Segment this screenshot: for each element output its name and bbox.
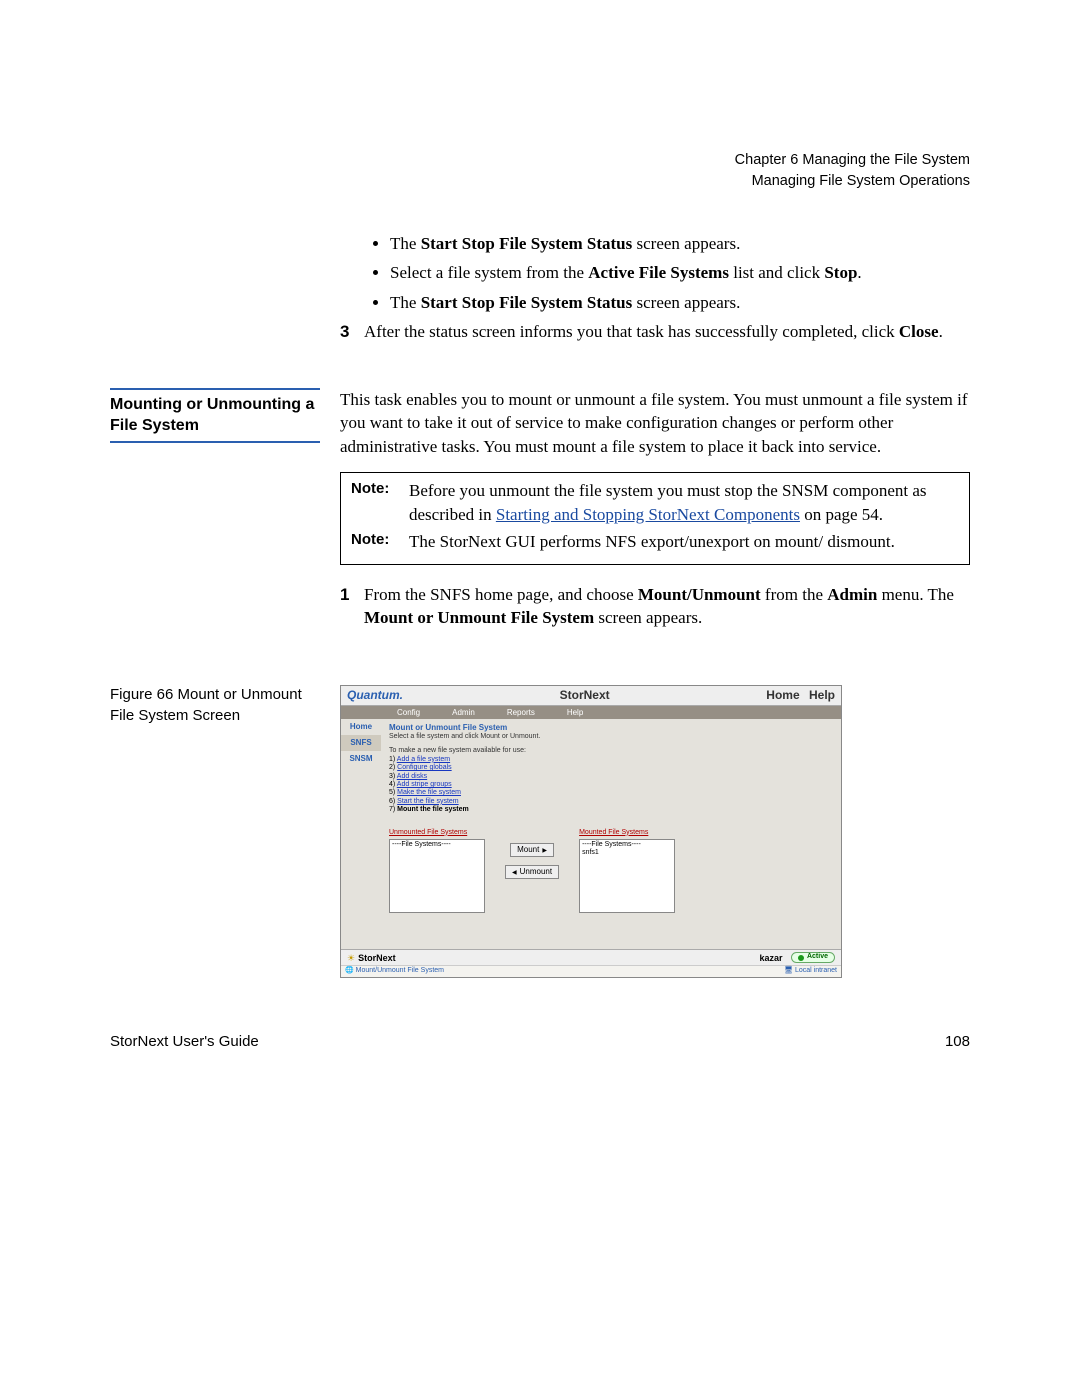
- mounted-list[interactable]: ----File Systems---- snfs1: [579, 839, 675, 913]
- home-link[interactable]: Home: [766, 688, 799, 702]
- bullet: The Start Stop File System Status screen…: [390, 291, 970, 314]
- menu-bar: Config Admin Reports Help: [341, 706, 841, 720]
- step-plain: Mount the file system: [397, 806, 469, 813]
- help-step: 4) Add stripe groups: [389, 781, 833, 789]
- avail-intro: To make a new file system available for …: [389, 747, 833, 755]
- note-label: Note:: [351, 479, 409, 526]
- menu-reports[interactable]: Reports: [491, 706, 551, 720]
- left-nav: Home SNFS SNSM: [341, 719, 381, 949]
- note-label: Note:: [351, 530, 409, 553]
- step-link[interactable]: Start the file system: [397, 798, 458, 805]
- globe-icon: 🌐: [345, 967, 356, 974]
- unmount-button[interactable]: Unmount: [505, 865, 559, 879]
- app-title: StorNext: [560, 688, 610, 702]
- intro-paragraph: This task enables you to mount or unmoun…: [340, 388, 970, 458]
- running-header: Chapter 6 Managing the File System Manag…: [110, 150, 970, 192]
- host-name: kazar: [759, 953, 782, 963]
- step-link[interactable]: Add stripe groups: [397, 781, 452, 788]
- step-1: 1 From the SNFS home page, and choose Mo…: [340, 583, 970, 630]
- zone-text: Local intranet: [795, 967, 837, 974]
- section-line: Managing File System Operations: [110, 171, 970, 192]
- list-placeholder: ----File Systems----: [582, 841, 672, 849]
- mounted-caption: Mounted File Systems: [579, 829, 675, 837]
- brand-logo: Quantum.: [347, 688, 403, 702]
- step-link[interactable]: Make the file system: [397, 789, 461, 796]
- step-link[interactable]: Configure globals: [397, 764, 451, 771]
- menu-help[interactable]: Help: [551, 706, 599, 720]
- help-step: 2) Configure globals: [389, 764, 833, 772]
- help-step: 3) Add disks: [389, 773, 833, 781]
- nav-home[interactable]: Home: [341, 719, 381, 735]
- panel-sub: Select a file system and click Mount or …: [389, 733, 833, 741]
- nav-snsm[interactable]: SNSM: [341, 751, 381, 767]
- status-pill: Active: [791, 952, 835, 962]
- note-box: Note: Before you unmount the file system…: [340, 472, 970, 564]
- list-item[interactable]: snfs1: [582, 849, 672, 857]
- chapter-line: Chapter 6 Managing the File System: [110, 150, 970, 171]
- panel-title: Mount or Unmount File System: [389, 723, 833, 733]
- zone-icon: 🖥: [784, 967, 795, 974]
- side-heading: Mounting or Unmounting a File System: [110, 394, 320, 437]
- help-step: 7) Mount the file system: [389, 806, 833, 814]
- step-3: 3 After the status screen informs you th…: [340, 320, 970, 343]
- side-heading-rule: Mounting or Unmounting a File System: [110, 388, 320, 443]
- help-link[interactable]: Help: [809, 688, 835, 702]
- help-step: 5) Make the file system: [389, 789, 833, 797]
- arrow-right-icon: [542, 845, 547, 855]
- menu-admin[interactable]: Admin: [436, 706, 491, 720]
- bullet: The Start Stop File System Status screen…: [390, 232, 970, 255]
- page-number: 108: [945, 1033, 970, 1050]
- step-number: 1: [340, 583, 364, 630]
- page-footer: StorNext User's Guide 108: [110, 1033, 970, 1050]
- help-step: 6) Start the file system: [389, 798, 833, 806]
- help-steps: To make a new file system available for …: [389, 747, 833, 814]
- browser-status-bar: 🌐 Mount/Unmount File System 🖥 Local intr…: [341, 965, 841, 976]
- footer-brand: StorNext: [347, 953, 396, 964]
- bullet: Select a file system from the Active Fil…: [390, 261, 970, 284]
- nav-snfs[interactable]: SNFS: [341, 735, 381, 751]
- footer-bar: StorNext kazar Active: [341, 949, 841, 965]
- step-number: 3: [340, 320, 364, 343]
- unmounted-caption: Unmounted File Systems: [389, 829, 485, 837]
- mount-button[interactable]: Mount: [510, 843, 554, 857]
- step-link[interactable]: Add disks: [397, 773, 427, 780]
- figure-caption: Figure 66 Mount or Unmount File System S…: [110, 685, 320, 726]
- arrow-left-icon: [512, 867, 517, 877]
- ss-topbar: Quantum. StorNext Home Help: [341, 686, 841, 705]
- help-step: 1) Add a file system: [389, 756, 833, 764]
- screenshot: Quantum. StorNext Home Help Config Admin…: [340, 685, 842, 977]
- unmounted-list[interactable]: ----File Systems----: [389, 839, 485, 913]
- step-link[interactable]: Add a file system: [397, 756, 450, 763]
- footer-left: StorNext User's Guide: [110, 1033, 259, 1050]
- xref-link[interactable]: Starting and Stopping StorNext Component…: [496, 505, 800, 524]
- list-placeholder: ----File Systems----: [392, 841, 482, 849]
- menu-config[interactable]: Config: [381, 706, 436, 720]
- status-text: Mount/Unmount File System: [356, 967, 444, 974]
